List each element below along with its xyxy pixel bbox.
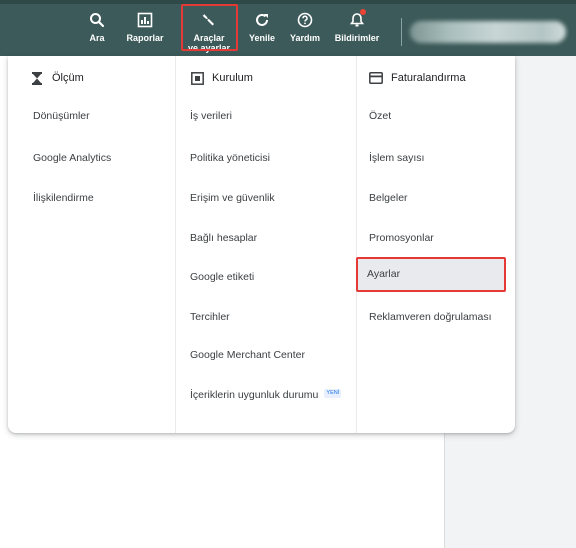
credit-card-icon xyxy=(369,71,383,85)
menu-item-google-analytics[interactable]: Google Analytics xyxy=(33,151,111,165)
menu-item-settings-selected[interactable]: Ayarlar xyxy=(356,257,506,292)
menu-item-access-security[interactable]: Erişim ve güvenlik xyxy=(190,191,275,205)
menu-item-business-data[interactable]: İş verileri xyxy=(190,109,232,123)
top-toolbar: Ara Raporlar Araçlar ve ayarlar Yenile Y… xyxy=(0,0,576,56)
menu-item-documents[interactable]: Belgeler xyxy=(369,191,408,205)
menu-item-summary[interactable]: Özet xyxy=(369,109,391,123)
help-icon xyxy=(294,10,316,30)
menu-column-billing: Faturalandırma Özet İşlem sayısı Belgele… xyxy=(357,56,515,433)
menu-column-measurement: Ölçüm Dönüşümler Google Analytics İlişki… xyxy=(8,56,175,433)
setup-box-icon xyxy=(190,71,204,85)
notifications-button[interactable]: Bildirimler xyxy=(333,9,381,58)
help-label: Yardım xyxy=(289,33,320,43)
column-header-billing: Faturalandırma xyxy=(369,70,466,86)
menu-item-advertiser-verification[interactable]: Reklamveren doğrulaması xyxy=(369,310,492,324)
account-info-blurred[interactable] xyxy=(410,21,566,43)
notifications-label: Bildirimler xyxy=(334,33,380,43)
menu-item-promotions[interactable]: Promosyonlar xyxy=(369,231,434,245)
refresh-label: Yenile xyxy=(248,33,275,43)
menu-item-transactions[interactable]: İşlem sayısı xyxy=(369,151,424,165)
menu-item-content-suitability[interactable]: İçeriklerin uygunluk durumu YENİ xyxy=(190,388,342,402)
refresh-icon xyxy=(251,10,273,30)
menu-item-google-tag[interactable]: Google etiketi xyxy=(190,270,254,284)
menu-item-conversions[interactable]: Dönüşümler xyxy=(33,109,90,123)
search-icon xyxy=(86,10,108,30)
reports-label: Raporlar xyxy=(126,33,164,43)
tools-highlight-box xyxy=(181,4,238,51)
column-header-label: Kurulum xyxy=(212,72,253,84)
column-header-label: Ölçüm xyxy=(52,72,84,84)
bell-icon xyxy=(346,9,368,30)
search-label: Ara xyxy=(89,33,105,43)
menu-item-linked-accounts[interactable]: Bağlı hesaplar xyxy=(190,231,257,245)
menu-item-label: İçeriklerin uygunluk durumu xyxy=(190,389,319,401)
column-header-setup: Kurulum xyxy=(190,70,253,86)
column-header-label: Faturalandırma xyxy=(391,72,466,84)
reports-button[interactable]: Raporlar xyxy=(120,10,170,58)
hourglass-icon xyxy=(30,71,44,85)
search-button[interactable]: Ara xyxy=(84,10,110,58)
menu-item-settings: Ayarlar xyxy=(367,268,401,280)
reports-icon xyxy=(134,10,156,30)
help-button[interactable]: Yardım xyxy=(287,10,323,58)
column-header-measurement: Ölçüm xyxy=(30,70,84,86)
notification-dot xyxy=(360,9,366,15)
tools-menu-panel: Ölçüm Dönüşümler Google Analytics İlişki… xyxy=(8,56,515,433)
toolbar-divider xyxy=(401,18,402,46)
menu-item-policy-manager[interactable]: Politika yöneticisi xyxy=(190,151,270,165)
menu-item-attribution[interactable]: İlişkilendirme xyxy=(33,191,94,205)
menu-item-preferences[interactable]: Tercihler xyxy=(190,310,230,324)
refresh-button[interactable]: Yenile xyxy=(246,10,278,58)
menu-item-google-merchant-center[interactable]: Google Merchant Center xyxy=(190,348,305,362)
new-badge: YENİ xyxy=(324,389,342,398)
menu-column-setup: Kurulum İş verileri Politika yöneticisi … xyxy=(175,56,357,433)
